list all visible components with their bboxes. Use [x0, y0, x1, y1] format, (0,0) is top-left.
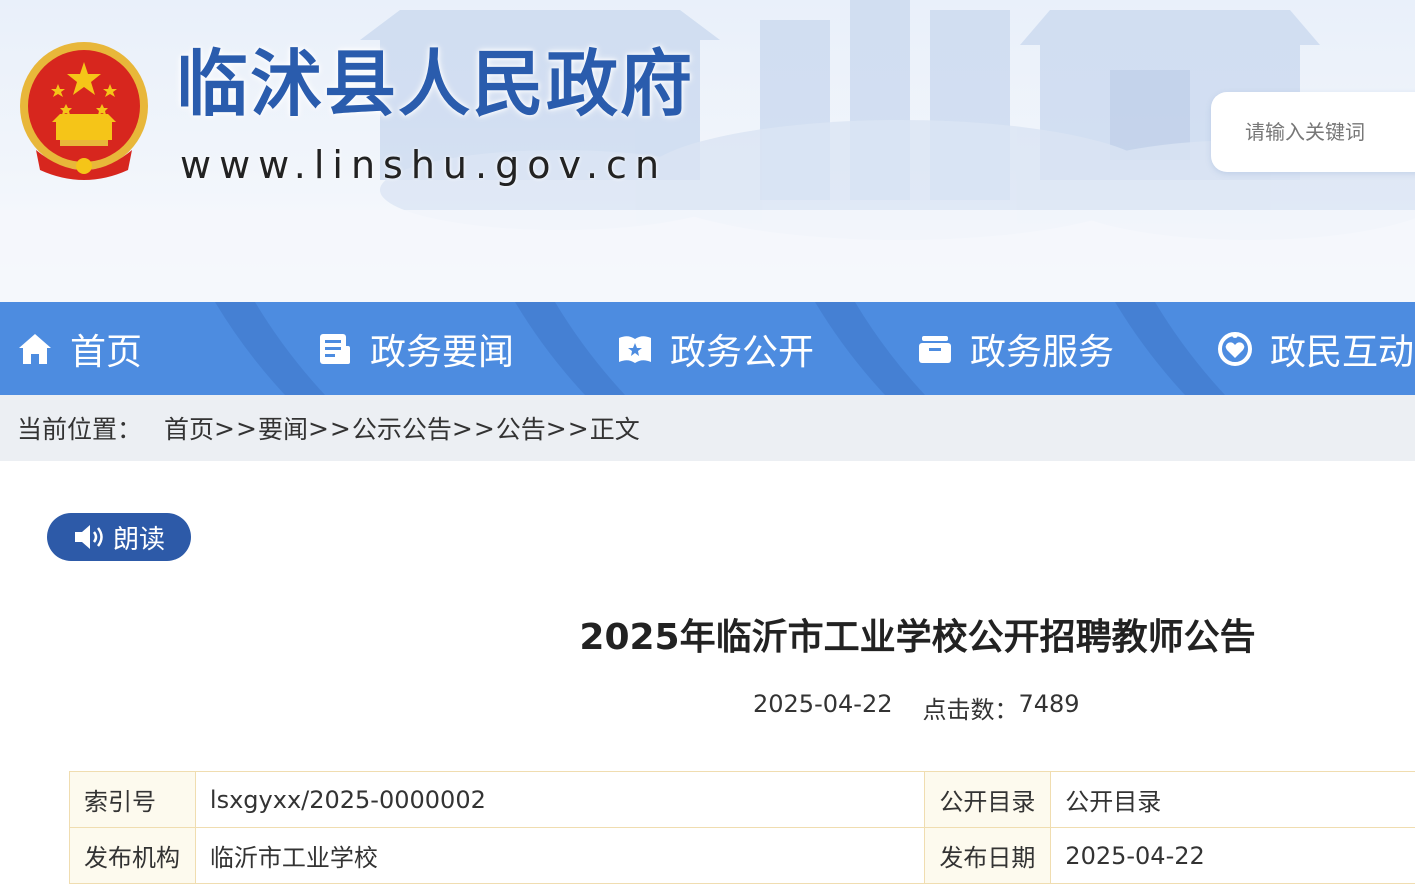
publisher-label: 发布机构	[69, 827, 196, 884]
publish-date: 2025-04-22	[753, 690, 893, 718]
nav-item-news[interactable]: 政务要闻	[316, 302, 514, 395]
nav-item-label: 政务服务	[970, 331, 1115, 373]
breadcrumb-item-notices[interactable]: 公示公告	[352, 410, 452, 446]
home-icon	[19, 333, 51, 364]
speaker-icon	[74, 525, 103, 549]
breadcrumb-item-home[interactable]: 首页	[164, 410, 214, 446]
article-meta: 2025-04-22 点击数： 7489	[753, 690, 1080, 725]
header-banner: 临沭县人民政府 www.linshu.gov.cn	[0, 0, 1415, 302]
breadcrumb-separator: >>	[545, 413, 590, 443]
catalog-label: 公开目录	[924, 771, 1052, 828]
news-icon	[320, 333, 350, 364]
breadcrumb-separator: >>	[214, 413, 258, 443]
click-count-label: 点击数：	[922, 696, 1019, 724]
document-info-table: 索引号 lsxgyxx/2025-0000002 公开目录 公开目录 发布机构 …	[69, 771, 1415, 884]
national-emblem-icon	[20, 42, 148, 180]
nav-item-home[interactable]: 首页	[16, 302, 142, 395]
main-nav: 首页 政务要闻 政务公开 政务服务 政民互动	[0, 302, 1415, 395]
nav-item-label: 首页	[70, 331, 143, 373]
breadcrumb-item-current: 正文	[589, 415, 640, 444]
nav-item-interaction[interactable]: 政民互动	[1216, 302, 1414, 395]
table-row: 索引号 lsxgyxx/2025-0000002 公开目录 公开目录	[69, 771, 1415, 828]
breadcrumb-separator: >>	[451, 413, 496, 443]
click-count: 7489	[1018, 690, 1080, 718]
publisher-value: 临沂市工业学校	[194, 827, 926, 884]
open-book-icon	[619, 335, 651, 363]
nav-separator	[515, 302, 625, 395]
catalog-value: 公开目录	[1050, 771, 1415, 828]
breadcrumb-item-announcement[interactable]: 公告	[496, 410, 546, 446]
nav-item-services[interactable]: 政务服务	[916, 302, 1114, 395]
nav-separator	[1115, 302, 1225, 395]
search-input[interactable]	[1245, 116, 1415, 148]
breadcrumb-separator: >>	[307, 413, 352, 443]
index-number-value: lsxgyxx/2025-0000002	[194, 771, 926, 828]
article-title: 2025年临沂市工业学校公开招聘教师公告	[579, 617, 1256, 658]
publish-date-label: 发布日期	[924, 827, 1052, 884]
publish-date-value: 2025-04-22	[1050, 827, 1415, 884]
index-number-label: 索引号	[69, 771, 196, 828]
site-url: www.linshu.gov.cn	[180, 143, 668, 187]
service-box-icon	[919, 335, 951, 363]
breadcrumb: 当前位置： 首页 >> 要闻 >> 公示公告 >> 公告 >> 正文	[0, 395, 1415, 461]
search-box	[1211, 92, 1415, 172]
read-aloud-button[interactable]: 朗读	[47, 513, 191, 561]
interaction-icon	[1218, 331, 1252, 366]
nav-separator	[215, 302, 325, 395]
table-row: 发布机构 临沂市工业学校 发布日期 2025-04-22	[69, 827, 1415, 884]
nav-item-label: 政务要闻	[370, 331, 515, 373]
read-aloud-label: 朗读	[112, 524, 165, 555]
nav-separator	[815, 302, 925, 395]
breadcrumb-item-news[interactable]: 要闻	[258, 410, 308, 446]
nav-item-label: 政民互动	[1270, 331, 1415, 373]
nav-item-label: 政务公开	[670, 331, 815, 373]
breadcrumb-label: 当前位置：	[17, 415, 143, 444]
site-title: 临沭县人民政府	[176, 42, 695, 126]
nav-item-open-affairs[interactable]: 政务公开	[616, 302, 814, 395]
